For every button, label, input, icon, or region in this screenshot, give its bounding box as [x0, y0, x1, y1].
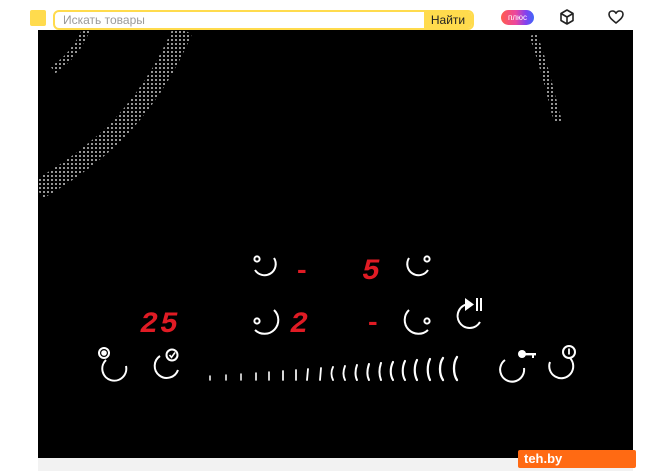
zone-bottom-left-display: 2 [290, 308, 308, 342]
slider-scale[interactable] [209, 355, 459, 382]
cooktop-photo: - 5 25 2 - [38, 30, 633, 458]
heart-icon[interactable] [607, 8, 625, 26]
watermark-text: teh.by [524, 451, 563, 466]
watermark-badge: teh.by [518, 450, 636, 468]
plus-badge[interactable]: плюс [501, 10, 534, 25]
key-lock-icon[interactable] [499, 350, 536, 383]
timer-icon[interactable] [98, 347, 128, 382]
zone-top-right-icon[interactable] [406, 255, 431, 277]
power-icon[interactable] [548, 345, 576, 380]
zone-top-right-display: 5 [362, 255, 380, 289]
zone-top-left-icon[interactable] [253, 255, 277, 277]
timer-display: 25 [140, 308, 180, 342]
search-input[interactable] [55, 12, 433, 28]
zone-bottom-right-icon[interactable] [403, 309, 431, 335]
search-bar: Найти [53, 10, 474, 30]
site-header: Найти плюс [0, 0, 670, 32]
cooktop-surface: - 5 25 2 - [38, 30, 576, 383]
confirm-icon[interactable] [153, 348, 179, 379]
zone-top-left-display: - [294, 256, 310, 286]
zone-bottom-left-icon[interactable] [253, 309, 280, 335]
pause-play-icon[interactable] [456, 298, 482, 329]
cube-icon[interactable] [558, 8, 576, 26]
burner-ring-top-left [38, 30, 193, 199]
logo[interactable] [30, 10, 46, 26]
search-button[interactable]: Найти [424, 12, 472, 28]
burner-ring-top-right [529, 33, 562, 124]
zone-bottom-right-display: - [365, 308, 381, 338]
